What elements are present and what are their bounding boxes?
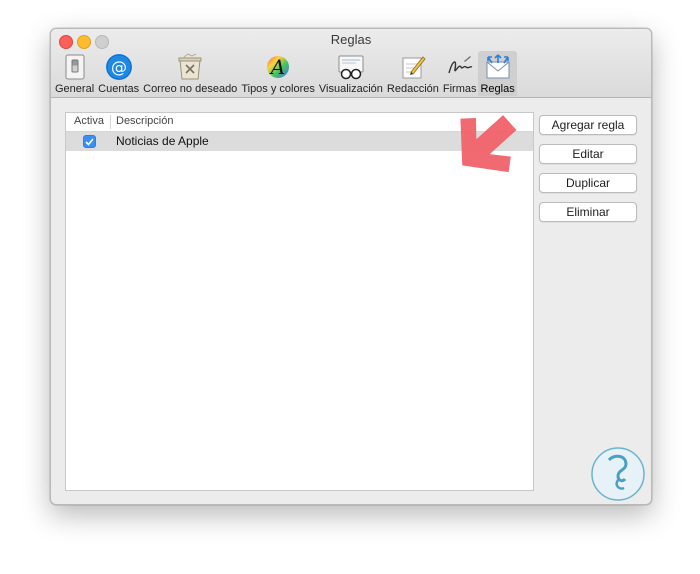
duplicate-button[interactable]: Duplicar <box>539 173 637 193</box>
window-title: Reglas <box>330 32 372 47</box>
toolbar-item-reglas[interactable]: Reglas <box>478 51 517 96</box>
annotation-arrow-icon <box>460 115 517 173</box>
toolbar-item-redaccion[interactable]: Redacción <box>385 51 441 96</box>
fonts-colors-icon: A <box>262 52 294 82</box>
column-header-activa[interactable]: Activa <box>74 115 104 127</box>
toolbar-label-cuentas: Cuentas <box>98 83 140 95</box>
junk-mail-icon <box>174 52 206 82</box>
toolbar-label-redaccion: Redacción <box>386 83 439 95</box>
rule-description: Noticias de Apple <box>116 134 209 148</box>
preferences-window: Reglas General @ Cuentas Correo no desea… <box>50 28 652 505</box>
toolbar-item-visualizacion[interactable]: Visualización <box>317 51 385 96</box>
column-header-descripcion[interactable]: Descripción <box>116 115 173 127</box>
toolbar-item-tipos-y-colores[interactable]: A Tipos y colores <box>239 51 317 96</box>
composing-icon <box>397 52 429 82</box>
svg-text:@: @ <box>111 58 127 77</box>
column-divider <box>110 115 111 129</box>
toolbar-label-reglas: Reglas <box>480 83 515 95</box>
checkmark-icon <box>85 137 94 146</box>
viewing-glasses-icon <box>335 52 367 82</box>
title-bar: Reglas General @ Cuentas Correo no desea… <box>51 29 651 98</box>
toolbar-item-cuentas[interactable]: @ Cuentas <box>96 51 141 96</box>
add-rule-button[interactable]: Agregar regla <box>539 115 637 135</box>
rules-envelope-icon <box>482 52 514 82</box>
svg-text:A: A <box>269 55 285 79</box>
at-sign-icon: @ <box>103 52 135 82</box>
edit-button[interactable]: Editar <box>539 144 637 164</box>
toolbar-label-visualizacion: Visualización <box>318 83 383 95</box>
toolbar-label-tipos-y-colores: Tipos y colores <box>241 83 315 95</box>
toolbar-item-general[interactable]: General <box>53 51 96 96</box>
toolbar-label-correo-no-deseado: Correo no deseado <box>143 83 238 95</box>
toolbar-label-general: General <box>55 83 95 95</box>
site-logo-icon <box>591 447 645 501</box>
rule-active-checkbox[interactable] <box>83 135 96 148</box>
toolbar-item-correo-no-deseado[interactable]: Correo no deseado <box>141 51 239 96</box>
signature-icon <box>444 52 476 82</box>
preferences-toolbar: General @ Cuentas Correo no deseado A Ti… <box>53 51 517 97</box>
delete-button[interactable]: Eliminar <box>539 202 637 222</box>
switch-icon <box>59 52 91 82</box>
toolbar-label-firmas: Firmas <box>442 83 477 95</box>
toolbar-item-firmas[interactable]: Firmas <box>441 51 479 96</box>
